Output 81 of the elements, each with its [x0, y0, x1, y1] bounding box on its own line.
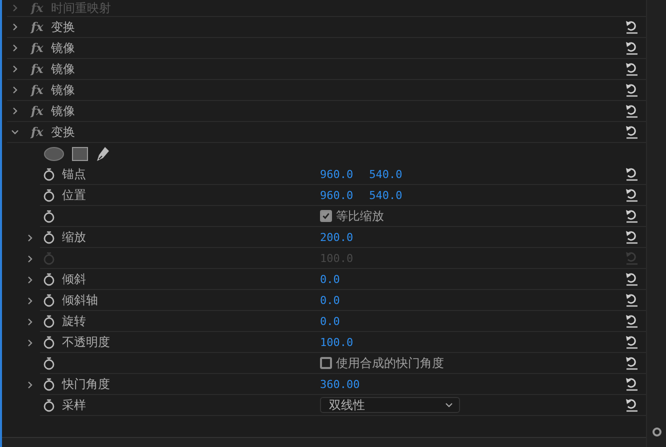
chevron-icon[interactable] [11, 86, 19, 94]
effect-name[interactable]: 镜像 [51, 60, 75, 78]
chevron-icon[interactable] [11, 44, 19, 52]
chevron-icon[interactable] [26, 318, 34, 326]
effect-name[interactable]: 变换 [51, 124, 75, 140]
checkbox-label: 等比缩放 [336, 208, 384, 224]
caret-icon[interactable] [445, 402, 453, 408]
reset-icon[interactable] [625, 293, 639, 307]
checkbox[interactable] [320, 210, 332, 222]
reset-icon[interactable] [625, 20, 639, 34]
stopwatch-icon[interactable] [43, 294, 55, 306]
property-label: 不透明度 [62, 334, 110, 348]
value-field[interactable]: 960.0 [320, 168, 354, 180]
chevron-icon[interactable] [11, 128, 19, 136]
value-field[interactable]: 0.0 [320, 294, 340, 306]
property-label: 倾斜 [62, 272, 86, 286]
reset-icon[interactable] [625, 356, 639, 370]
checkbox-label: 使用合成的快门角度 [336, 354, 444, 372]
reset-icon[interactable] [625, 314, 639, 328]
effect-name[interactable]: 镜像 [51, 40, 75, 56]
fx-badge[interactable]: fx [31, 20, 51, 34]
stopwatch-icon[interactable] [43, 188, 55, 202]
fx-badge[interactable]: fx [31, 41, 51, 55]
stopwatch-icon[interactable] [43, 230, 55, 244]
effect-name[interactable]: 变换 [51, 18, 75, 36]
reset-icon[interactable] [625, 209, 639, 223]
chevron-icon[interactable] [11, 107, 19, 115]
stopwatch-icon[interactable] [43, 378, 55, 390]
chevron-icon[interactable] [26, 276, 34, 284]
property-label: 位置 [62, 188, 86, 202]
property-label: 快门角度 [62, 376, 110, 390]
checkbox[interactable] [320, 357, 332, 369]
value-field[interactable]: 540.0 [369, 168, 402, 180]
value-field[interactable]: 540.0 [369, 188, 402, 202]
effect-name[interactable]: 镜像 [51, 82, 75, 98]
pen-tool-icon[interactable] [96, 146, 110, 162]
value-field[interactable]: 0.0 [320, 314, 340, 328]
value-field[interactable]: 360.00 [320, 378, 360, 390]
property-label: 旋转 [62, 314, 86, 328]
property-label: 倾斜轴 [62, 292, 98, 306]
value-field[interactable]: 960.0 [320, 188, 354, 202]
property-label: 锚点 [62, 166, 86, 180]
fx-badge[interactable]: fx [31, 104, 51, 118]
property-label: 缩放 [62, 230, 86, 244]
fx-badge[interactable]: fx [31, 62, 51, 76]
chevron-icon[interactable] [26, 234, 34, 242]
reset-icon[interactable] [625, 272, 639, 286]
reset-icon[interactable] [625, 335, 639, 349]
chevron-icon[interactable] [11, 65, 19, 73]
reset-icon[interactable] [625, 167, 639, 181]
effect-name[interactable]: 镜像 [51, 102, 75, 120]
stopwatch-icon[interactable] [43, 356, 55, 370]
chevron-icon[interactable] [26, 338, 34, 346]
reset-icon[interactable] [625, 377, 639, 391]
chevron-icon[interactable] [26, 380, 34, 388]
reset-icon[interactable] [625, 104, 639, 118]
reset-icon[interactable] [625, 188, 639, 202]
reset-icon[interactable] [625, 125, 639, 139]
stopwatch-icon[interactable] [43, 336, 55, 348]
dropdown[interactable]: 双线性 [320, 397, 460, 413]
stopwatch-icon[interactable] [43, 210, 55, 222]
reset-icon[interactable] [625, 83, 639, 97]
stopwatch-icon[interactable] [43, 314, 55, 328]
value-field[interactable]: 200.0 [320, 230, 354, 244]
reset-icon[interactable] [625, 41, 639, 55]
reset-icon[interactable] [625, 230, 639, 244]
stopwatch-icon[interactable] [43, 398, 55, 412]
property-label: 采样 [62, 398, 86, 412]
ellipse-tool-icon[interactable] [44, 146, 64, 160]
chevron-icon[interactable] [26, 296, 34, 304]
value-field[interactable]: 100.0 [320, 336, 354, 348]
rectangle-tool-icon[interactable] [72, 146, 88, 160]
chevron-icon[interactable] [11, 23, 19, 31]
fx-badge[interactable]: fx [31, 125, 51, 139]
stopwatch-icon[interactable] [43, 272, 55, 286]
stopwatch-icon[interactable] [43, 168, 55, 180]
scroll-handle-icon[interactable] [652, 427, 662, 437]
value-field[interactable]: 0.0 [320, 272, 340, 286]
fx-badge[interactable]: fx [31, 83, 51, 97]
reset-icon[interactable] [625, 398, 639, 412]
reset-icon[interactable] [625, 62, 639, 76]
